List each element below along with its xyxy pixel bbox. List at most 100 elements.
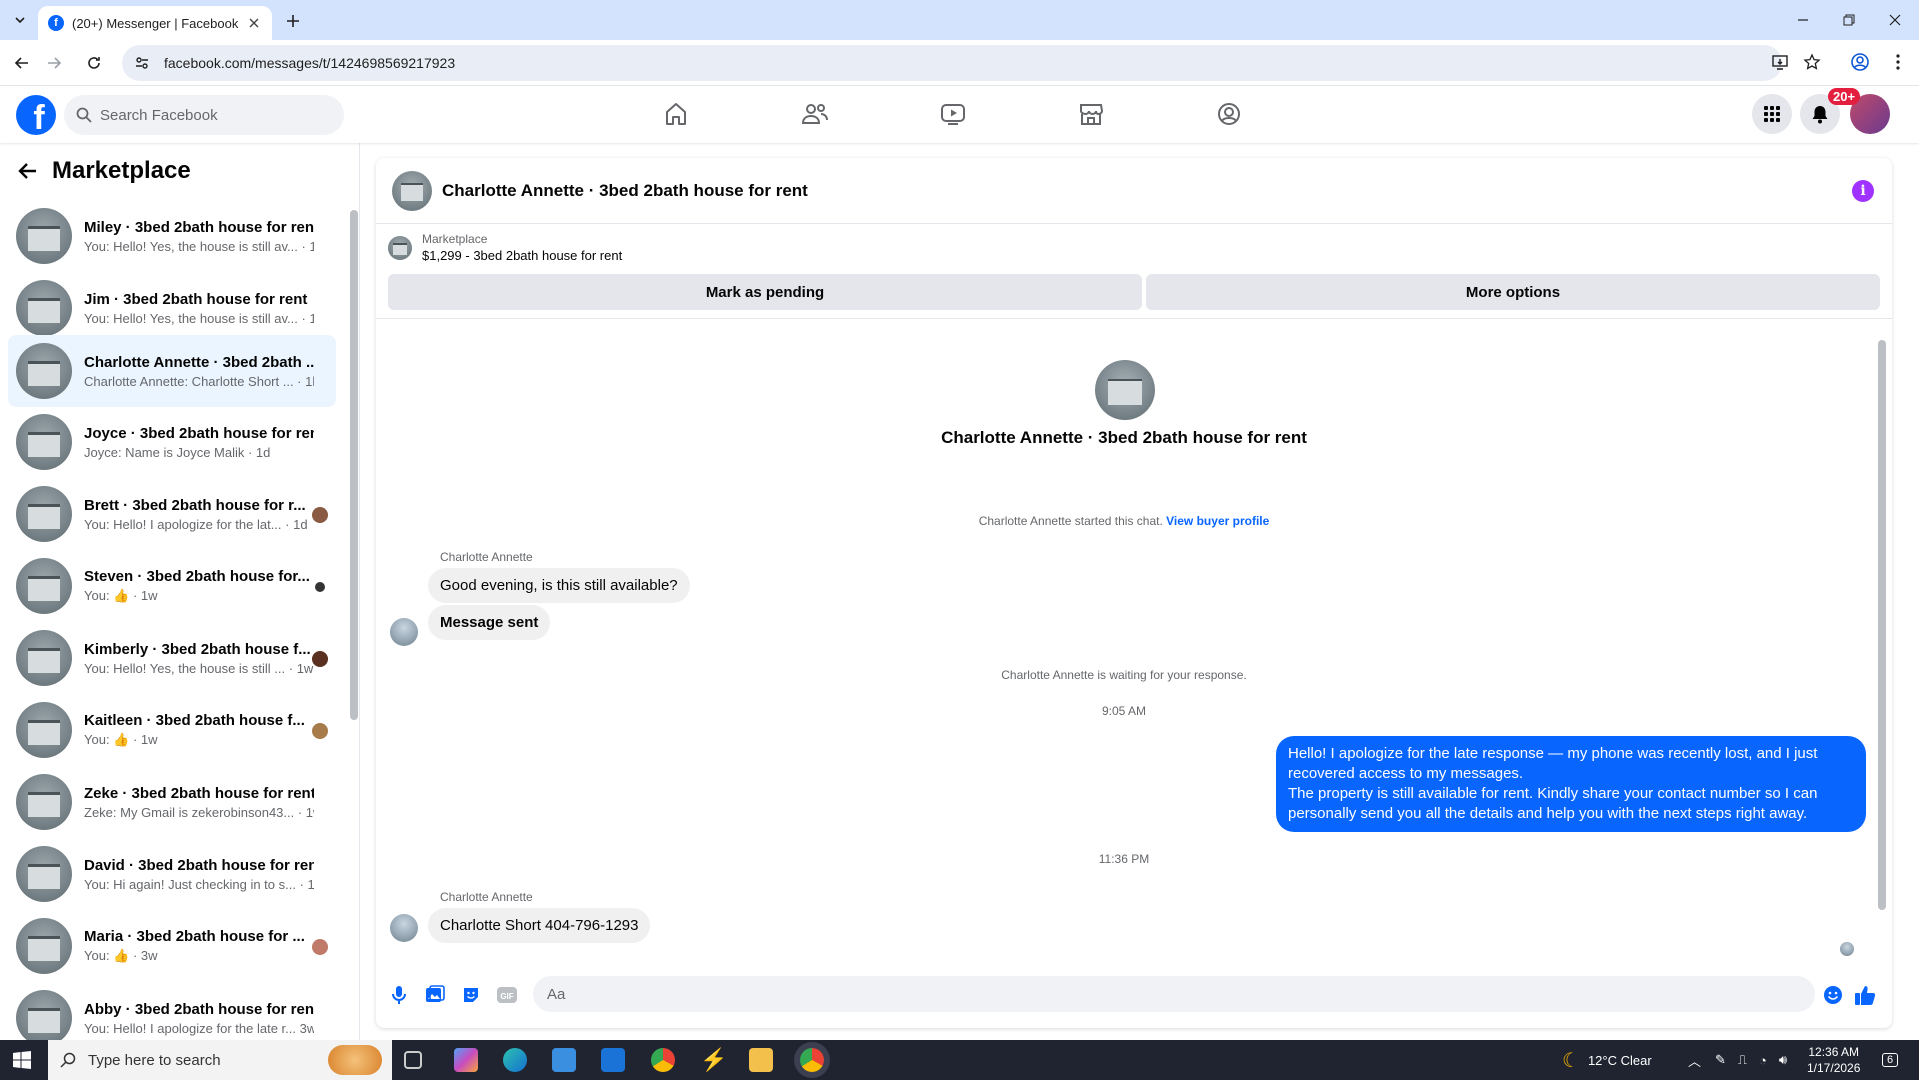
chat-title[interactable]: Charlotte Annette · 3bed 2bath house for… bbox=[442, 181, 808, 201]
conversation-item[interactable]: Joyce · 3bed 2bath house for rent Joyce: … bbox=[8, 407, 336, 477]
back-button[interactable] bbox=[10, 51, 34, 75]
chat-panel: Charlotte Annette · 3bed 2bath house for… bbox=[376, 158, 1892, 1028]
nav-watch-button[interactable] bbox=[933, 94, 973, 134]
outgoing-message[interactable]: Hello! I apologize for the late response… bbox=[1276, 736, 1866, 832]
close-icon bbox=[1889, 14, 1901, 26]
sticker-button[interactable] bbox=[460, 984, 482, 1006]
chat-started-notice: Charlotte Annette started this chat. Vie… bbox=[376, 514, 1872, 528]
network-icon[interactable]: ⎍ bbox=[1738, 1052, 1747, 1068]
browser-tab[interactable]: f (20+) Messenger | Facebook bbox=[38, 6, 272, 40]
weather-widget[interactable]: ☾ 12°C Clear bbox=[1562, 1040, 1652, 1080]
volume-icon[interactable]: 🔊︎ bbox=[1779, 1052, 1787, 1068]
address-bar[interactable]: facebook.com/messages/t/1424698569217923 bbox=[122, 45, 1782, 81]
scrollbar-thumb[interactable] bbox=[1878, 340, 1886, 910]
file-explorer-icon[interactable] bbox=[749, 1048, 773, 1072]
sender-avatar[interactable] bbox=[390, 618, 418, 646]
sender-avatar[interactable] bbox=[390, 914, 418, 942]
listing-thumbnail bbox=[16, 414, 72, 470]
pen-icon[interactable]: ✎ bbox=[1715, 1052, 1726, 1068]
gaming-icon bbox=[1218, 103, 1240, 125]
nav-gaming-button[interactable] bbox=[1209, 94, 1249, 134]
nav-marketplace-button[interactable] bbox=[1071, 94, 1111, 134]
edge-icon[interactable] bbox=[503, 1048, 527, 1072]
chrome-icon[interactable] bbox=[651, 1048, 675, 1072]
incoming-message[interactable]: Good evening, is this still available? bbox=[428, 568, 690, 603]
taskbar-search-box[interactable]: Type here to search bbox=[48, 1040, 392, 1080]
view-buyer-profile-link[interactable]: View buyer profile bbox=[1166, 514, 1269, 528]
arrow-left-icon bbox=[14, 57, 28, 69]
conversation-item[interactable]: Kimberly · 3bed 2bath house f... You: Hel… bbox=[8, 623, 336, 693]
chat-avatar[interactable] bbox=[392, 170, 432, 211]
nav-home-button[interactable] bbox=[656, 94, 696, 134]
facebook-search-input[interactable]: Search Facebook bbox=[64, 95, 344, 135]
install-app-button[interactable] bbox=[1768, 50, 1792, 74]
profile-button[interactable] bbox=[1848, 50, 1872, 74]
conversation-name: Kimberly · 3bed 2bath house f... bbox=[84, 640, 311, 658]
outgoing-message-line: Hello! I apologize for the late response… bbox=[1288, 745, 1818, 782]
send-like-button[interactable] bbox=[1854, 984, 1876, 1006]
close-window-button[interactable] bbox=[1872, 0, 1918, 40]
gif-button[interactable]: GIF bbox=[496, 984, 518, 1006]
conversation-item[interactable]: Abby · 3bed 2bath house for rent You: Hel… bbox=[8, 983, 336, 1040]
forward-button[interactable] bbox=[42, 51, 66, 75]
mail-icon[interactable] bbox=[601, 1048, 625, 1072]
conversation-name: Miley · 3bed 2bath house for rent bbox=[84, 218, 314, 236]
kebab-menu-icon bbox=[1896, 54, 1900, 70]
nav-friends-button[interactable] bbox=[795, 94, 835, 134]
conversation-item[interactable]: Steven · 3bed 2bath house for... You: 👍 ·… bbox=[8, 551, 336, 621]
chat-scrollbar[interactable] bbox=[1878, 330, 1886, 930]
task-view-icon[interactable] bbox=[404, 1051, 422, 1069]
message-input[interactable]: Aa bbox=[533, 976, 1815, 1012]
power-automate-icon[interactable]: ⚡ bbox=[700, 1048, 727, 1072]
conversation-item[interactable]: Maria · 3bed 2bath house for ... You: 👍 ·… bbox=[8, 911, 336, 981]
search-highlight-icon bbox=[328, 1045, 382, 1075]
chat-header: Charlotte Annette · 3bed 2bath house for… bbox=[376, 158, 1892, 224]
seen-avatar bbox=[312, 507, 328, 523]
panel-header: Marketplace bbox=[18, 157, 191, 185]
notification-center-button[interactable]: 6 bbox=[1882, 1040, 1899, 1080]
copilot-icon[interactable] bbox=[454, 1048, 478, 1072]
microphone-icon bbox=[392, 986, 406, 1004]
incoming-message[interactable]: Message sent bbox=[428, 605, 551, 640]
more-options-button[interactable]: More options bbox=[1146, 274, 1880, 310]
conversation-list-panel: Marketplace Miley · 3bed 2bath house for… bbox=[0, 143, 360, 1040]
browser-toolbar: facebook.com/messages/t/1424698569217923 bbox=[0, 40, 1919, 86]
chevron-up-icon[interactable]: ︿ bbox=[1688, 1051, 1701, 1070]
scrollbar-thumb[interactable] bbox=[350, 210, 358, 720]
system-tray-icons[interactable]: ︿ ✎ ⎍ ◔ 🔊︎ bbox=[1688, 1040, 1787, 1080]
minimize-button[interactable] bbox=[1780, 0, 1826, 40]
windows-start-icon[interactable] bbox=[12, 1050, 32, 1070]
bookmark-button[interactable] bbox=[1800, 50, 1824, 74]
conversation-item[interactable]: Brett · 3bed 2bath house for r... You: He… bbox=[8, 479, 336, 549]
restore-button[interactable] bbox=[1826, 0, 1872, 40]
info-icon[interactable]: i bbox=[1852, 180, 1874, 202]
browser-menu-button[interactable] bbox=[1886, 50, 1910, 74]
conversation-item[interactable]: Jim · 3bed 2bath house for rent You: Hell… bbox=[8, 273, 336, 343]
back-arrow-icon[interactable] bbox=[18, 161, 38, 181]
reload-button[interactable] bbox=[82, 51, 106, 75]
close-tab-icon[interactable] bbox=[246, 15, 262, 31]
chrome-active-icon[interactable] bbox=[800, 1048, 824, 1072]
intro-avatar bbox=[1095, 360, 1155, 420]
site-settings-icon[interactable] bbox=[134, 55, 150, 71]
attach-photo-button[interactable] bbox=[424, 984, 446, 1006]
store-icon[interactable] bbox=[552, 1048, 576, 1072]
menu-button[interactable] bbox=[1752, 94, 1792, 134]
conversation-item[interactable]: Zeke · 3bed 2bath house for rent Zeke: My… bbox=[8, 767, 336, 837]
wifi-icon[interactable]: ◔ bbox=[1759, 1053, 1767, 1068]
facebook-logo-icon[interactable]: f bbox=[16, 95, 56, 135]
new-tab-button[interactable] bbox=[282, 10, 304, 32]
listing-summary[interactable]: Marketplace $1,299 - 3bed 2bath house fo… bbox=[388, 232, 622, 263]
conversation-item-active[interactable]: Charlotte Annette · 3bed 2bath ... Charlo… bbox=[8, 335, 336, 407]
conversation-item[interactable]: Kaitleen · 3bed 2bath house f... You: 👍 ·… bbox=[8, 695, 336, 765]
conversation-list-scrollbar[interactable] bbox=[350, 198, 358, 1028]
conversation-item[interactable]: Miley · 3bed 2bath house for rent You: He… bbox=[8, 201, 336, 271]
incoming-message[interactable]: Charlotte Short 404-796-1293 bbox=[428, 908, 651, 943]
clock[interactable]: 12:36 AM 1/17/2026 bbox=[1807, 1040, 1860, 1080]
emoji-button[interactable] bbox=[1822, 984, 1844, 1006]
conversation-name: Brett · 3bed 2bath house for r... bbox=[84, 496, 306, 514]
mark-as-pending-button[interactable]: Mark as pending bbox=[388, 274, 1142, 310]
tab-search-button[interactable] bbox=[8, 8, 32, 32]
conversation-item[interactable]: David · 3bed 2bath house for rent You: Hi… bbox=[8, 839, 336, 909]
voice-clip-button[interactable] bbox=[388, 984, 410, 1006]
